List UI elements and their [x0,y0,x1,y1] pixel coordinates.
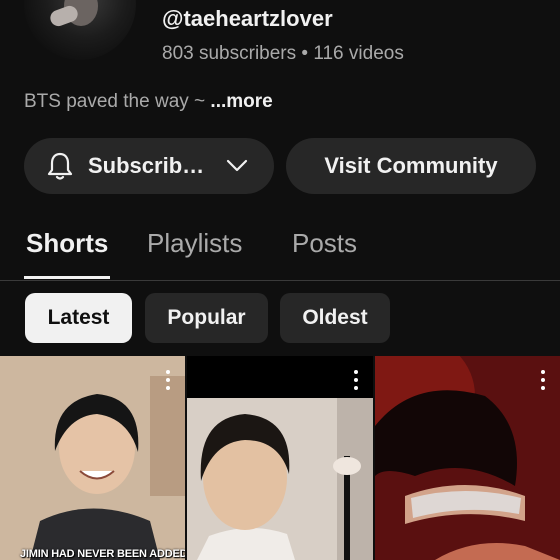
thumbnail-image [375,356,560,560]
more-vert-icon[interactable] [165,370,171,392]
more-vert-icon[interactable] [353,370,359,392]
visit-community-button[interactable]: Visit Community [286,138,536,194]
description-text: BTS paved the way ~ [24,91,211,112]
active-tab-indicator [24,276,110,279]
filter-chip-oldest[interactable]: Oldest [280,293,390,343]
channel-handle: @taeheartzlover [162,6,333,31]
tab-playlists[interactable]: Playlists [147,228,242,259]
short-thumbnail[interactable]: JIMIN HAD NEVER BEEN ADDED TO [0,356,185,560]
tab-shorts[interactable]: Shorts [26,228,108,259]
filter-chip-popular[interactable]: Popular [145,293,268,343]
more-vert-icon[interactable] [540,370,546,392]
channel-tabs: Shorts Playlists Posts [0,224,560,281]
channel-avatar[interactable] [24,0,136,60]
short-thumbnail[interactable] [375,356,560,560]
bell-icon [47,152,73,180]
channel-stats: 803 subscribers • 116 videos [162,43,404,64]
subscribe-label: Subscrib… [88,153,205,178]
short-caption: JIMIN HAD NEVER BEEN ADDED TO [20,548,185,560]
tab-posts[interactable]: Posts [292,228,357,259]
filter-chip-latest[interactable]: Latest [25,293,132,343]
more-link[interactable]: ...more [210,91,272,112]
visit-community-label: Visit Community [324,153,498,178]
chevron-down-icon [227,159,248,172]
short-thumbnail[interactable] [187,356,373,560]
thumbnail-image [187,356,373,560]
subscribe-button[interactable]: Subscrib… [24,138,274,194]
channel-description[interactable]: BTS paved the way ~ ...more [24,91,273,113]
thumbnail-image [0,356,185,560]
